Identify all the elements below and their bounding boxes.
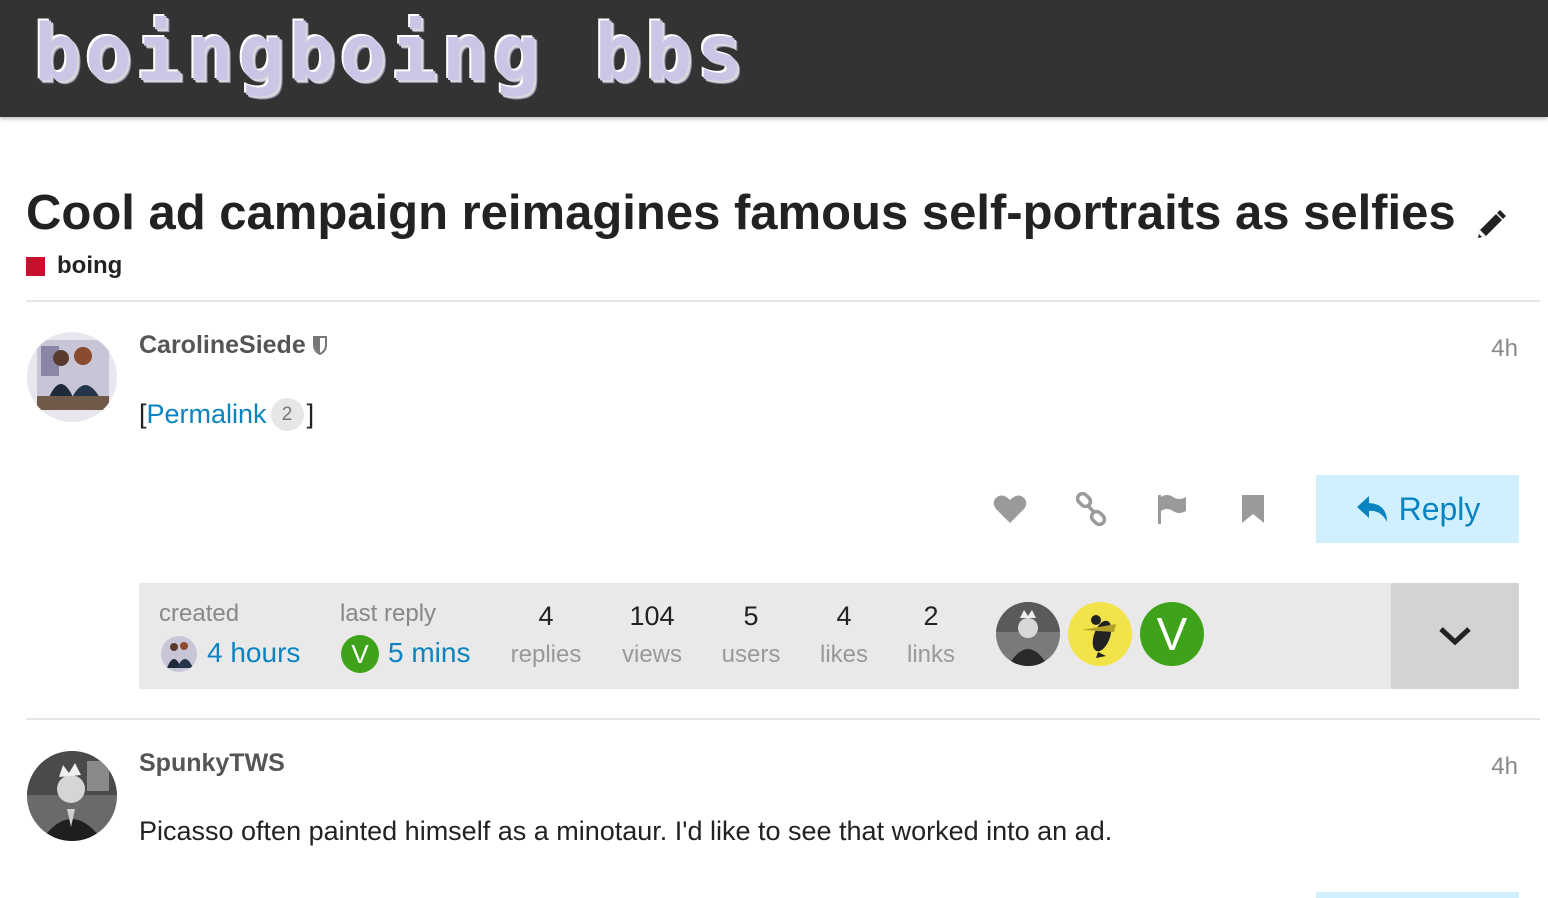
users-label: users	[721, 641, 781, 668]
site-header: boingboing bbs	[0, 0, 1548, 117]
links-label[interactable]: links	[881, 641, 981, 669]
shield-icon	[312, 336, 327, 355]
likes-count: 4	[836, 601, 852, 631]
divider	[26, 718, 1540, 720]
users-count: 5	[743, 601, 759, 631]
reply-button[interactable]	[1316, 892, 1519, 898]
created-time-link[interactable]: 4 hours	[207, 637, 300, 669]
heart-icon[interactable]	[990, 489, 1030, 529]
topic-map: created 4 hours last reply V 5 mins 4 re…	[139, 583, 1519, 689]
flag-icon[interactable]	[1152, 489, 1192, 529]
replies-label: replies	[510, 641, 582, 668]
reply-button[interactable]: Reply	[1316, 475, 1519, 543]
participant-avatar[interactable]	[1068, 602, 1132, 666]
site-logo[interactable]: boingboing bbs	[34, 14, 747, 94]
replies-count: 4	[538, 601, 554, 631]
post-time[interactable]: 4h	[1491, 753, 1518, 781]
pencil-icon[interactable]	[1474, 208, 1508, 242]
topic-title-area: Cool ad campaign reimagines famous self-…	[26, 182, 1536, 244]
bookmark-icon[interactable]	[1233, 489, 1273, 529]
participant-avatar[interactable]: V	[1140, 602, 1204, 666]
views-count: 104	[629, 601, 675, 631]
post-time[interactable]: 4h	[1491, 335, 1518, 363]
divider	[26, 300, 1540, 302]
participant-avatar[interactable]	[996, 602, 1060, 666]
permalink-link[interactable]: Permalink	[147, 399, 267, 430]
links-count[interactable]: 2	[881, 601, 981, 632]
bracket-open: [	[139, 399, 147, 429]
created-label: created	[159, 600, 240, 627]
post-actions	[990, 476, 1314, 542]
link-click-count: 2	[270, 398, 304, 431]
last-reply-time-link[interactable]: 5 mins	[388, 637, 470, 669]
post-body-text: Picasso often painted himself as a minot…	[139, 816, 1113, 846]
reply-arrow-icon	[1356, 496, 1387, 522]
likes-label: likes	[819, 641, 868, 668]
post-username[interactable]: CarolineSiede	[139, 331, 328, 360]
created-avatar[interactable]	[161, 636, 197, 672]
topic-map-expand-button[interactable]	[1391, 583, 1519, 689]
reply-label: Reply	[1398, 490, 1481, 527]
link-icon[interactable]	[1071, 489, 1111, 529]
topic-title: Cool ad campaign reimagines famous self-…	[26, 186, 1456, 240]
category-color-swatch	[26, 256, 45, 276]
bracket-close: ]	[306, 399, 315, 429]
category-badge[interactable]: boing	[26, 252, 122, 280]
post-username[interactable]: SpunkyTWS	[139, 749, 285, 778]
avatar[interactable]	[27, 751, 117, 841]
avatar[interactable]	[27, 332, 117, 422]
last-reply-label: last reply	[340, 600, 437, 627]
category-name: boing	[57, 252, 123, 279]
chevron-down-icon	[1439, 627, 1471, 646]
username-text: CarolineSiede	[139, 331, 306, 359]
views-label: views	[621, 641, 682, 668]
last-reply-avatar[interactable]: V	[341, 635, 379, 673]
logo-text: boingboing bbs	[34, 9, 748, 99]
post-body: [Permalink 2]	[139, 398, 314, 431]
